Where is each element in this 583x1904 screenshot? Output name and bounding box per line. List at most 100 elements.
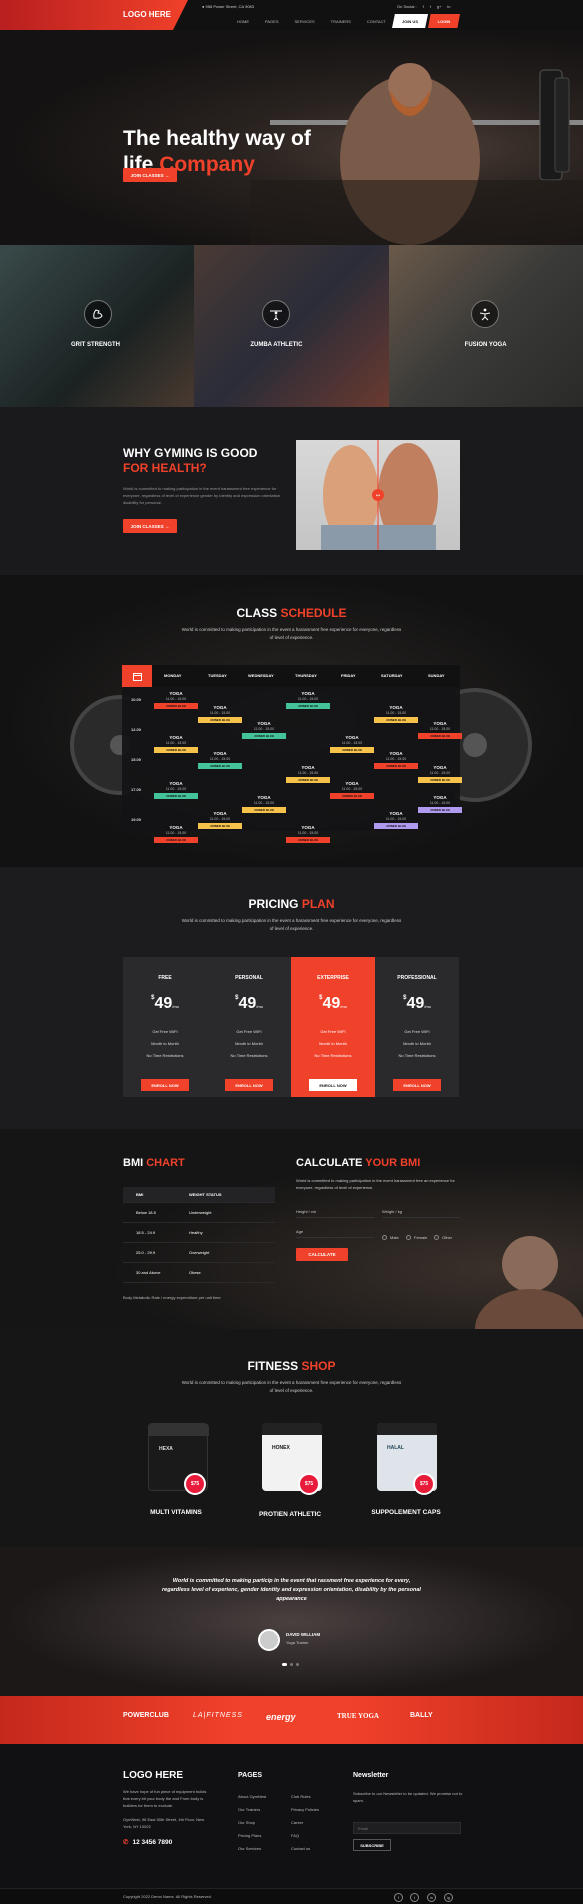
footer-link[interactable]: Pricing Plans — [238, 1833, 261, 1838]
join-tag[interactable]: JOINED BLUE — [330, 793, 374, 799]
brand-logo[interactable]: LA|FITNESS — [193, 1712, 243, 1719]
join-tag[interactable]: JOINED BLUE — [418, 777, 462, 783]
nav-contact[interactable]: CONTACT — [367, 19, 386, 24]
join-tag[interactable]: JOINED BLUE — [286, 703, 330, 709]
carousel-dot[interactable] — [296, 1663, 299, 1666]
schedule-class-cell[interactable]: YOGA 11.00 - 15.00 JOINED BLUE — [330, 735, 374, 753]
join-tag[interactable]: JOINED BLUE — [242, 733, 286, 739]
brand-logo[interactable]: BALLY — [410, 1712, 433, 1719]
schedule-class-cell[interactable]: YOGA 11.00 - 15.00 JOINED BLUE — [330, 781, 374, 799]
enroll-button[interactable]: ENROLL NOW — [309, 1079, 357, 1091]
schedule-class-cell[interactable]: YOGA 11.00 - 15.00 JOINED BLUE — [154, 735, 198, 753]
schedule-class-cell[interactable]: YOGA 11.00 - 15.00 JOINED BLUE — [374, 811, 418, 829]
calculate-button[interactable]: CALCULATE — [296, 1248, 348, 1261]
product-name[interactable]: SUPPOLEMENT CAPS — [346, 1509, 466, 1516]
schedule-class-cell[interactable]: YOGA 11.00 - 15.00 JOINED BLUE — [154, 691, 198, 709]
gender-male-radio[interactable]: Male — [382, 1235, 399, 1240]
join-tag[interactable]: JOINED BLUE — [374, 763, 418, 769]
footer-link[interactable]: Privacy Policies — [291, 1807, 319, 1812]
footer-link[interactable]: Our Shop — [238, 1820, 255, 1825]
footer-logo[interactable]: LOGO HERE — [123, 1770, 183, 1781]
enroll-button[interactable]: ENROLL NOW — [141, 1079, 189, 1091]
tile-zumba-athletic[interactable]: ZUMBA ATHLETIC — [194, 245, 389, 407]
before-after-image[interactable]: ↔ — [296, 440, 460, 550]
schedule-class-cell[interactable]: YOGA 11.00 - 15.00 JOINED BLUE — [198, 751, 242, 769]
tile-fusion-yoga[interactable]: FUSION YOGA — [388, 245, 583, 407]
twitter-icon[interactable]: t — [410, 1893, 419, 1902]
join-tag[interactable]: JOINED BLUE — [154, 747, 198, 753]
age-field[interactable]: Age — [296, 1229, 303, 1234]
join-tag[interactable]: JOINED BLUE — [198, 823, 242, 829]
schedule-class-cell[interactable]: YOGA 11.00 - 15.00 JOINED BLUE — [374, 751, 418, 769]
footer-link[interactable]: Our Services — [238, 1846, 261, 1851]
logo[interactable]: LOGO HERE — [123, 10, 171, 19]
facebook-icon[interactable]: f — [394, 1893, 403, 1902]
join-tag[interactable]: JOINED BLUE — [198, 763, 242, 769]
join-tag[interactable]: JOINED BLUE — [374, 717, 418, 723]
schedule-class-cell[interactable]: YOGA 11.00 - 15.00 JOINED BLUE — [198, 811, 242, 829]
nav-services[interactable]: SERVICES — [295, 19, 315, 24]
brand-logo[interactable]: TRUE YOGA — [337, 1712, 379, 1720]
join-tag[interactable]: JOINED BLUE — [154, 703, 198, 709]
brand-logo[interactable]: POWERCLUB — [123, 1712, 169, 1719]
subscribe-button[interactable]: SUBSCRIBE — [353, 1839, 391, 1851]
nav-trainers[interactable]: TRAINERS — [331, 19, 351, 24]
linkedin-icon[interactable]: in — [447, 4, 450, 9]
carousel-dot[interactable] — [282, 1663, 287, 1666]
footer-link[interactable]: Contact us — [291, 1846, 310, 1851]
schedule-class-cell[interactable]: YOGA 11.00 - 15.00 JOINED BLUE — [286, 691, 330, 709]
join-tag[interactable]: JOINED BLUE — [330, 747, 374, 753]
weight-field[interactable]: Weight / kg — [382, 1209, 402, 1214]
product-card[interactable]: HEXA $75 — [120, 1423, 220, 1503]
product-card[interactable]: HONEX $75 — [234, 1423, 334, 1503]
tile-grit-strength[interactable]: GRIT STRENGTH — [0, 245, 195, 407]
gender-female-radio[interactable]: Female — [406, 1235, 427, 1240]
footer-link[interactable]: About GymNest — [238, 1794, 266, 1799]
join-tag[interactable]: JOINED BLUE — [198, 717, 242, 723]
twitter-icon[interactable]: t — [430, 4, 431, 9]
linkedin-icon[interactable]: in — [427, 1893, 436, 1902]
schedule-class-cell[interactable]: YOGA 11.00 - 15.00 JOINED BLUE — [286, 765, 330, 783]
schedule-class-cell[interactable]: YOGA 11.00 - 15.00 JOINED BLUE — [154, 825, 198, 843]
footer-link[interactable]: FAQ — [291, 1833, 299, 1838]
join-tag[interactable]: JOINED BLUE — [286, 777, 330, 783]
product-card[interactable]: HALAL $75 — [349, 1423, 449, 1503]
schedule-class-cell[interactable]: YOGA 11.00 - 15.00 JOINED BLUE — [286, 825, 330, 843]
carousel-dot[interactable] — [290, 1663, 293, 1666]
login-button[interactable]: LOGIN — [428, 14, 460, 28]
schedule-class-cell[interactable]: YOGA 11.00 - 15.00 JOINED BLUE — [198, 705, 242, 723]
brand-logo[interactable]: energy — [266, 1712, 296, 1722]
join-us-button[interactable]: JOIN US — [392, 14, 428, 28]
product-name[interactable]: PROTIEN ATHLETIC — [230, 1511, 350, 1518]
schedule-class-cell[interactable]: YOGA 11.00 - 15.00 JOINED BLUE — [418, 795, 462, 813]
join-classes-button-2[interactable]: JOIN CLASSES → — [123, 519, 177, 533]
height-field[interactable]: Height / cm — [296, 1209, 316, 1214]
instagram-icon[interactable]: ig — [444, 1893, 453, 1902]
logo-bar[interactable]: LOGO HERE — [0, 0, 188, 30]
product-name[interactable]: MULTI VITAMINS — [116, 1509, 236, 1516]
enroll-button[interactable]: ENROLL NOW — [225, 1079, 273, 1091]
schedule-class-cell[interactable]: YOGA 11.00 - 15.00 JOINED BLUE — [154, 781, 198, 799]
join-tag[interactable]: JOINED BLUE — [154, 837, 198, 843]
google-plus-icon[interactable]: g+ — [437, 4, 442, 9]
join-tag[interactable]: JOINED BLUE — [418, 807, 462, 813]
schedule-class-cell[interactable]: YOGA 11.00 - 15.00 JOINED BLUE — [374, 705, 418, 723]
footer-phone[interactable]: ✆ 12 3456 7890 — [123, 1838, 172, 1847]
join-tag[interactable]: JOINED BLUE — [374, 823, 418, 829]
footer-link[interactable]: Career — [291, 1820, 303, 1825]
footer-link[interactable]: Club Rules — [291, 1794, 311, 1799]
join-tag[interactable]: JOINED BLUE — [242, 807, 286, 813]
nav-pages[interactable]: PAGES — [265, 19, 279, 24]
schedule-class-cell[interactable]: YOGA 11.00 - 15.00 JOINED BLUE — [242, 795, 286, 813]
footer-link[interactable]: Our Trainers — [238, 1807, 260, 1812]
gender-other-radio[interactable]: Other — [434, 1235, 452, 1240]
schedule-class-cell[interactable]: YOGA 11.00 - 15.00 JOINED BLUE — [418, 721, 462, 739]
join-tag[interactable]: JOINED BLUE — [286, 837, 330, 843]
enroll-button[interactable]: ENROLL NOW — [393, 1079, 441, 1091]
join-classes-button[interactable]: JOIN CLASSES → — [123, 168, 177, 182]
facebook-icon[interactable]: f — [423, 4, 424, 9]
schedule-class-cell[interactable]: YOGA 11.00 - 15.00 JOINED BLUE — [242, 721, 286, 739]
newsletter-email-input[interactable] — [353, 1822, 461, 1834]
join-tag[interactable]: JOINED BLUE — [154, 793, 198, 799]
join-tag[interactable]: JOINED BLUE — [418, 733, 462, 739]
